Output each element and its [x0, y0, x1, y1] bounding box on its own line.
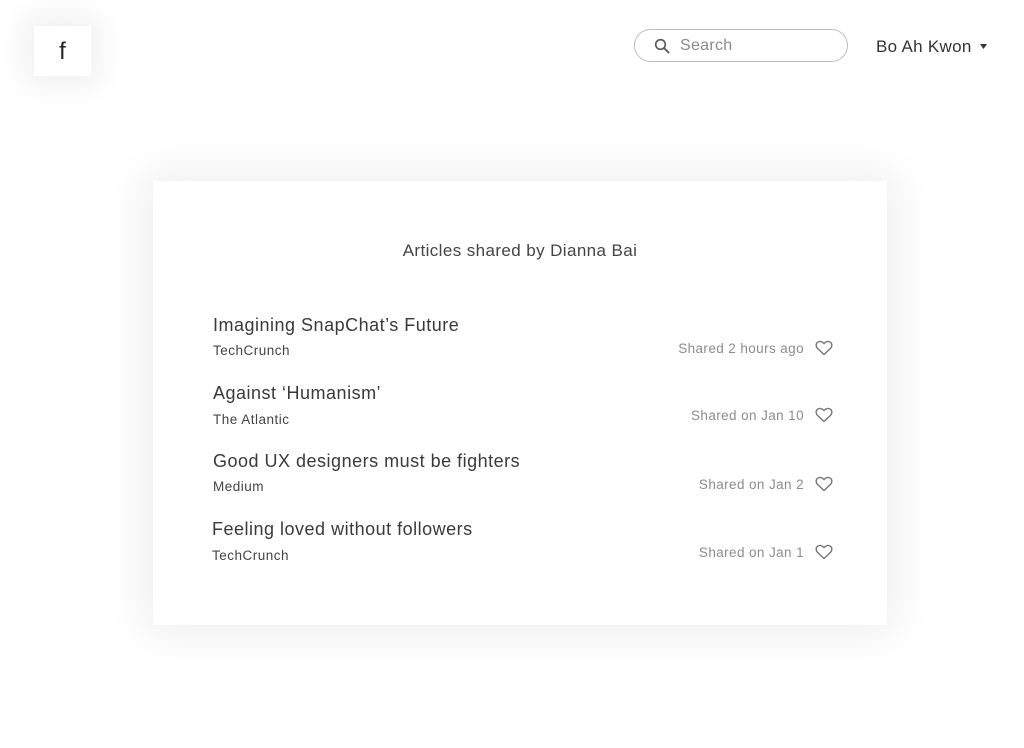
article-meta: Shared on Jan 2: [699, 476, 833, 492]
heart-icon[interactable]: [815, 340, 833, 356]
caret-down-icon: [979, 44, 987, 50]
article-source: The Atlantic: [213, 412, 290, 427]
card-title: Articles shared by Dianna Bai: [402, 241, 638, 260]
logo-button[interactable]: f: [34, 26, 91, 76]
article-row[interactable]: Good UX designers must be fighters Mediu…: [213, 451, 833, 501]
user-menu[interactable]: Bo Ah Kwon: [876, 36, 987, 58]
shared-articles-card: Articles shared by Dianna Bai Imagining …: [153, 181, 887, 625]
search-bar[interactable]: [634, 29, 848, 62]
article-title[interactable]: Against ‘Humanism’: [213, 383, 381, 404]
article-meta: Shared 2 hours ago: [678, 340, 833, 356]
article-row[interactable]: Feeling loved without followers TechCrun…: [212, 519, 833, 569]
article-source: Medium: [213, 479, 265, 494]
shared-time: Shared 2 hours ago: [678, 340, 804, 356]
shared-time: Shared on Jan 2: [698, 476, 804, 492]
user-name: Bo Ah Kwon: [876, 37, 972, 56]
article-row[interactable]: Imagining SnapChat’s Future TechCrunch S…: [213, 315, 833, 365]
search-icon: [654, 38, 670, 54]
logo: f: [59, 38, 66, 65]
article-meta: Shared on Jan 1: [699, 544, 833, 560]
shared-time: Shared on Jan 10: [691, 407, 804, 423]
heart-icon[interactable]: [815, 476, 833, 492]
article-source: TechCrunch: [212, 548, 290, 563]
shared-time: Shared on Jan 1: [698, 544, 804, 560]
search-input[interactable]: [680, 36, 830, 55]
article-meta: Shared on Jan 10: [691, 407, 833, 423]
heart-icon[interactable]: [815, 407, 833, 423]
article-title[interactable]: Imagining SnapChat’s Future: [213, 315, 459, 336]
article-title[interactable]: Feeling loved without followers: [212, 519, 473, 540]
article-title[interactable]: Good UX designers must be fighters: [213, 451, 520, 472]
article-source: TechCrunch: [213, 343, 291, 358]
article-row[interactable]: Against ‘Humanism’ The Atlantic Shared o…: [213, 383, 833, 433]
heart-icon[interactable]: [815, 544, 833, 560]
